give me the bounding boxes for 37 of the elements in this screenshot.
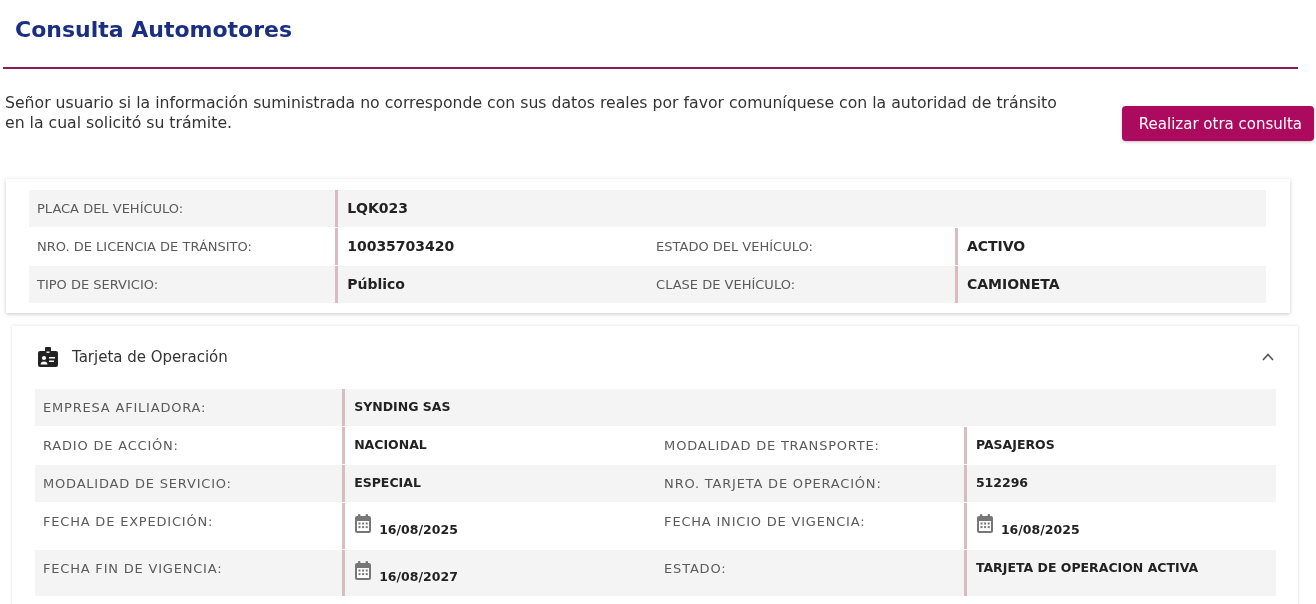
field-value: Público — [347, 276, 405, 292]
section-title[interactable]: Tarjeta de Operación — [72, 347, 228, 367]
field-label: RADIO DE ACCIÓN: — [43, 438, 179, 453]
field-label: FECHA INICIO DE VIGENCIA: — [664, 514, 866, 529]
field-value: ACTIVO — [966, 238, 1026, 254]
chevron-up-icon[interactable] — [1262, 353, 1274, 361]
date-value: 16/08/2027 — [379, 568, 458, 585]
calendar-icon — [354, 560, 373, 580]
field-label: ESTADO: — [664, 561, 727, 576]
field-value: TARJETA DE OPERACION ACTIVA — [975, 560, 1199, 576]
field-label: ESTADO DEL VEHÍCULO: — [656, 239, 813, 254]
field-value: ESPECIAL — [354, 475, 421, 491]
field-value: 512296 — [975, 475, 1029, 491]
date-value: 16/08/2025 — [379, 521, 458, 538]
field-label: CLASE DE VEHÍCULO: — [656, 277, 796, 292]
field-label: EMPRESA AFILIADORA: — [43, 400, 207, 415]
field-value: SYNDING SAS — [354, 399, 451, 415]
calendar-icon — [354, 513, 373, 533]
date-value: 16/08/2025 — [1000, 521, 1080, 538]
field-label: MODALIDAD DE TRANSPORTE: — [664, 438, 880, 453]
id-badge-icon — [38, 347, 58, 367]
field-value: 10035703420 — [347, 238, 455, 254]
calendar-icon — [975, 513, 994, 533]
field-value: CAMIONETA — [966, 276, 1060, 292]
field-label: MODALIDAD DE SERVICIO: — [43, 476, 232, 491]
field-label: TIPO DE SERVICIO: — [37, 277, 159, 292]
field-value: NACIONAL — [354, 437, 427, 453]
notice-text: Señor usuario si la información suministrada no corresponde con sus datos reales por favor comuníquese con la autoridad de tránsito en la cual solicitó su trámite. — [5, 93, 1058, 133]
field-label: FECHA FIN DE VIGENCIA: — [43, 561, 223, 576]
field-label: NRO. DE LICENCIA DE TRÁNSITO: — [37, 239, 252, 254]
new-query-button[interactable]: Realizar otra consulta — [1121, 106, 1314, 141]
field-value: PASAJEROS — [975, 437, 1055, 453]
field-label: FECHA DE EXPEDICIÓN: — [43, 514, 214, 529]
page-title: Consulta Automotores — [15, 16, 293, 44]
field-value: LQK023 — [347, 200, 409, 216]
field-label: NRO. TARJETA DE OPERACIÓN: — [664, 476, 882, 491]
field-label: PLACA DEL VEHÍCULO: — [37, 201, 184, 216]
